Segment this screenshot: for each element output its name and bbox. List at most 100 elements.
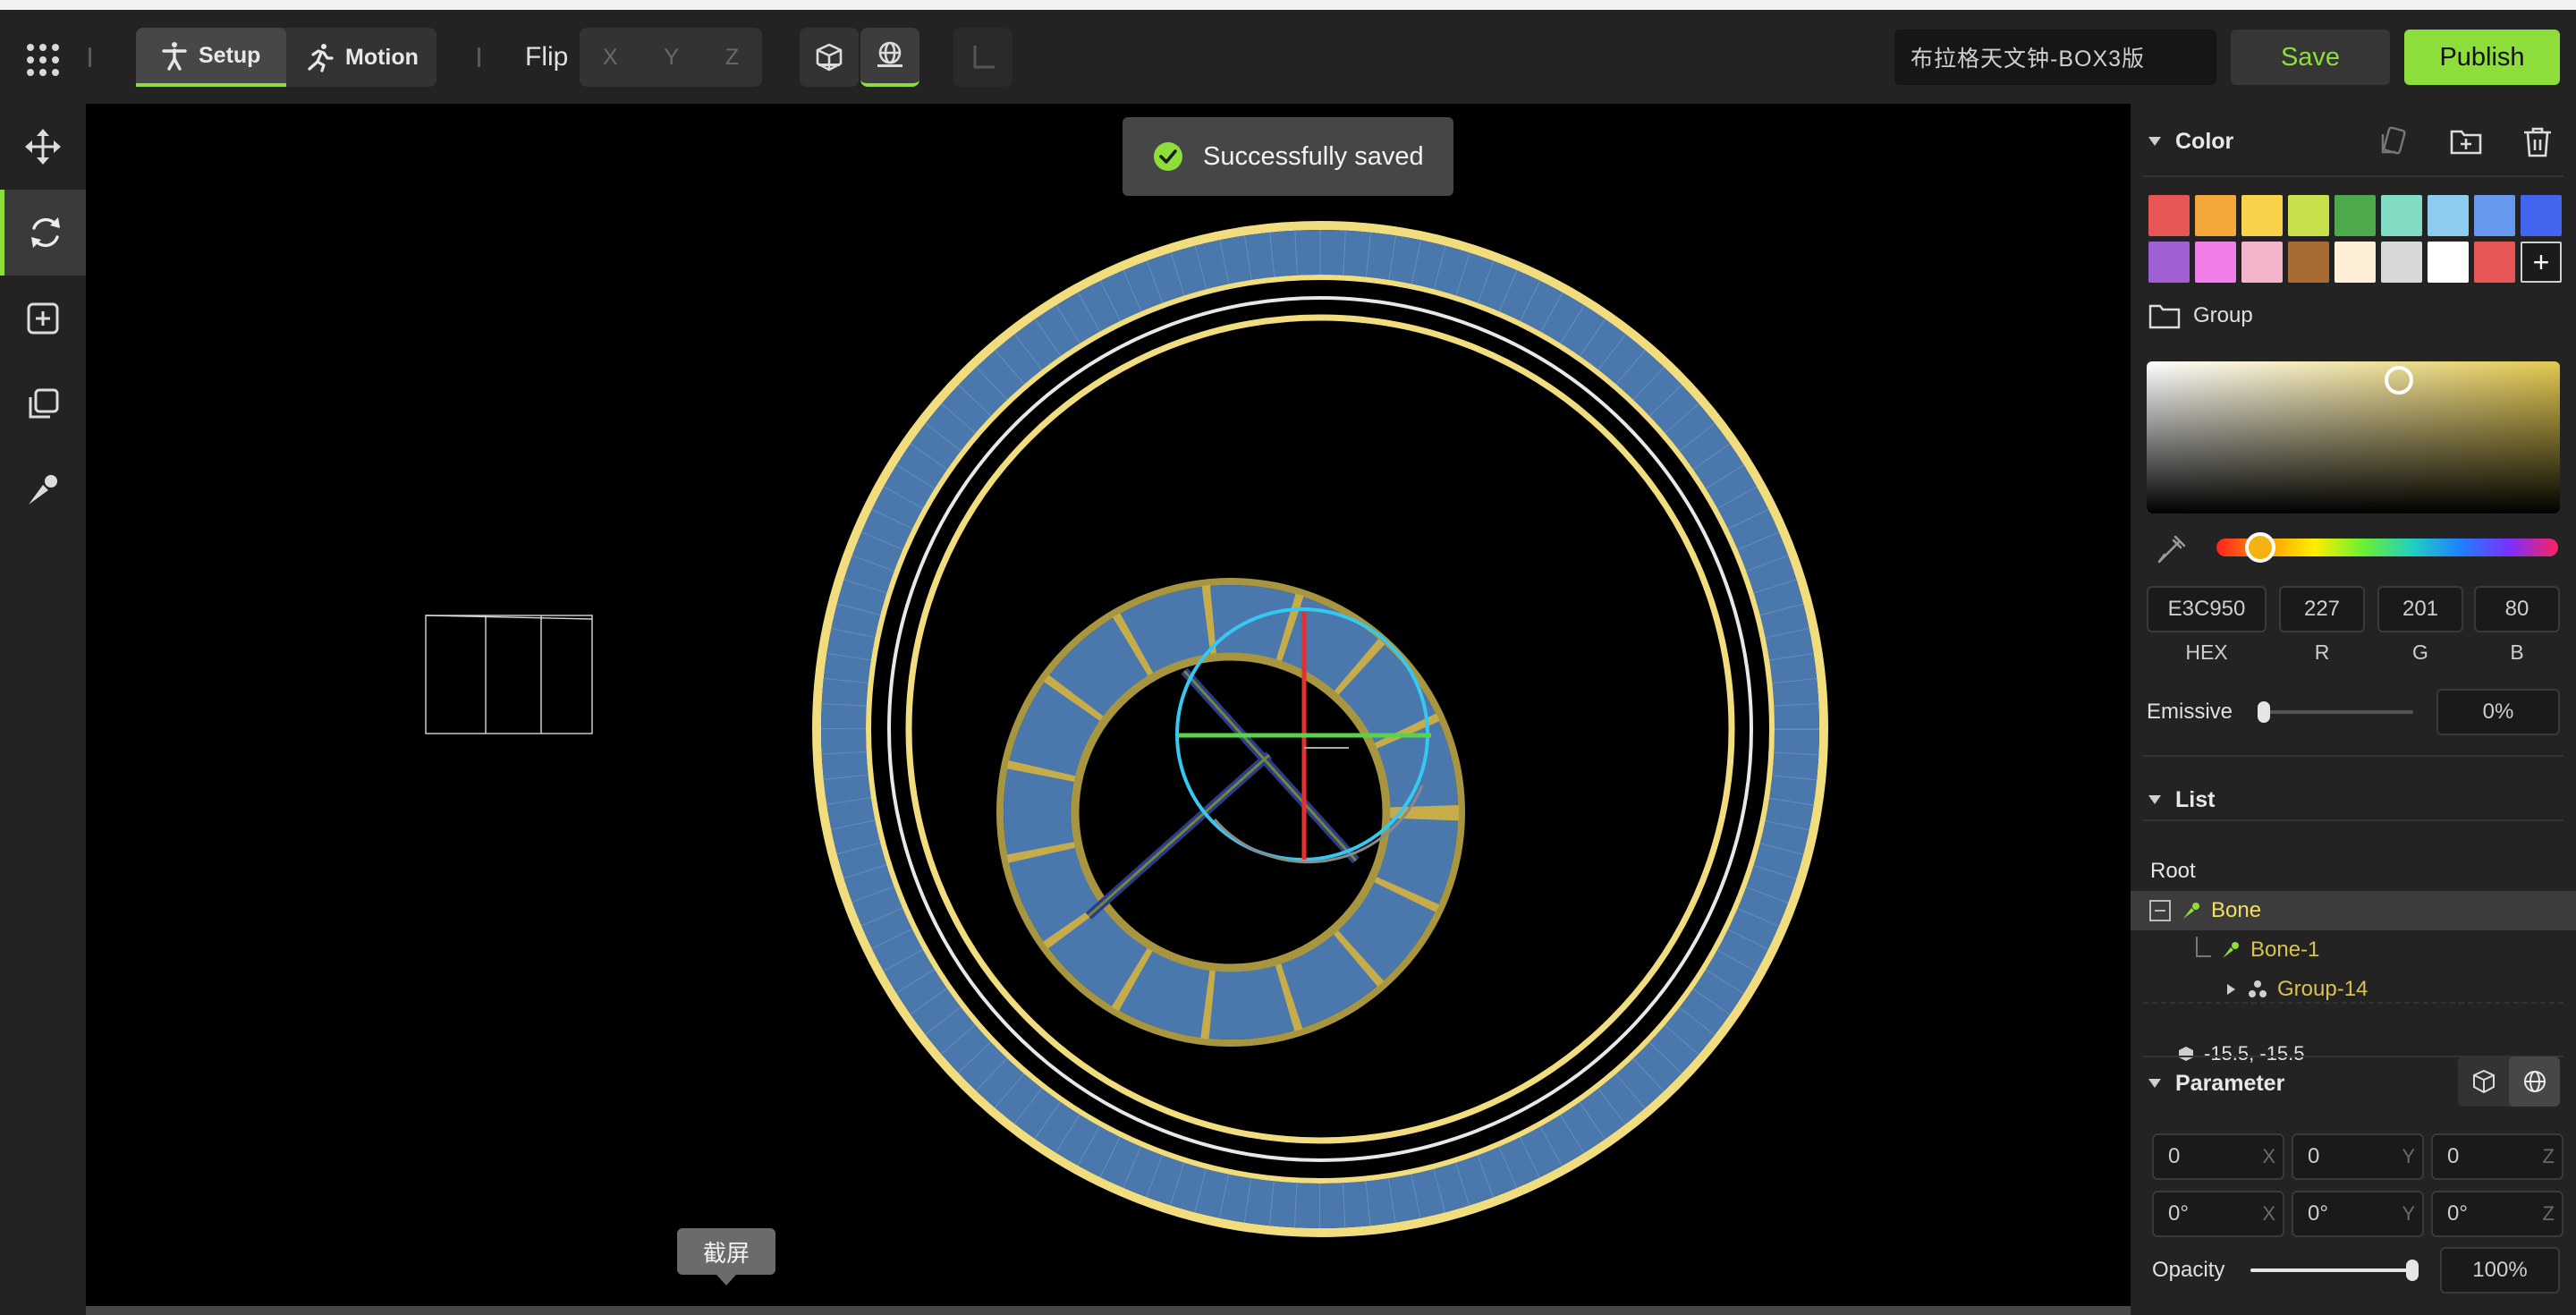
- top-toolbar: Setup Motion Flip X Y Z 布拉格天文钟-BOX3版 Sav…: [0, 10, 2576, 104]
- local-view-button[interactable]: [800, 28, 859, 87]
- tree-item-bone-1[interactable]: Bone-1: [2131, 930, 2576, 970]
- group-label: Group: [2193, 303, 2253, 327]
- emissive-track[interactable]: [2259, 710, 2413, 714]
- expand-triangle-icon[interactable]: [2224, 982, 2238, 997]
- b-input[interactable]: 80: [2474, 586, 2560, 632]
- flip-y-button[interactable]: Y: [664, 45, 679, 71]
- color-swatch[interactable]: [2195, 195, 2236, 236]
- collapse-triangle-icon: [2148, 1079, 2161, 1088]
- flip-x-button[interactable]: X: [603, 45, 618, 71]
- world-view-button[interactable]: [860, 28, 919, 87]
- axis-label: X: [2262, 1202, 2275, 1225]
- position-x-field[interactable]: 0 X: [2152, 1133, 2284, 1180]
- g-input[interactable]: 201: [2377, 586, 2463, 632]
- axis-view-button[interactable]: [953, 28, 1013, 87]
- group-nodes-icon: [2249, 980, 2267, 997]
- color-swatch[interactable]: [2288, 195, 2329, 236]
- rotation-x-field[interactable]: 0° X: [2152, 1191, 2284, 1237]
- 3d-viewport[interactable]: Successfully saved 截屏: [86, 104, 2131, 1315]
- inner-dial-band: [1004, 585, 1458, 1039]
- clock-hand-highlight: [1182, 669, 1358, 862]
- material-card-icon[interactable]: [2377, 125, 2410, 162]
- hue-handle[interactable]: [2245, 532, 2275, 563]
- check-circle-icon: [1154, 142, 1182, 171]
- color-swatch[interactable]: [2474, 195, 2515, 236]
- toast-message: Successfully saved: [1203, 141, 1424, 171]
- eyedropper-icon[interactable]: [2154, 531, 2190, 572]
- flip-label: Flip: [525, 42, 569, 72]
- position-y-field[interactable]: 0 Y: [2292, 1133, 2424, 1180]
- add-swatch-button[interactable]: +: [2521, 242, 2562, 283]
- color-section-header[interactable]: Color: [2131, 122, 2576, 161]
- color-swatch[interactable]: [2334, 242, 2376, 283]
- rotation-y-field[interactable]: 0° Y: [2292, 1191, 2424, 1237]
- list-section-title: List: [2175, 786, 2216, 812]
- local-space-button[interactable]: [2458, 1056, 2509, 1107]
- save-toast: Successfully saved: [1123, 117, 1453, 196]
- add-object-button[interactable]: [0, 276, 86, 361]
- scene-canvas[interactable]: [86, 104, 2131, 1315]
- copy-icon: [29, 388, 59, 419]
- save-button[interactable]: Save: [2231, 30, 2390, 85]
- apps-grid-icon[interactable]: [20, 37, 66, 83]
- color-swatch[interactable]: [2334, 195, 2376, 236]
- publish-button[interactable]: Publish: [2404, 30, 2560, 85]
- color-swatch[interactable]: [2148, 195, 2190, 236]
- color-swatch[interactable]: [2428, 242, 2469, 283]
- emissive-slider-knob[interactable]: [2258, 701, 2270, 723]
- model-name-field[interactable]: 布拉格天文钟-BOX3版: [1894, 30, 2216, 85]
- color-swatch[interactable]: [2381, 195, 2422, 236]
- world-space-button[interactable]: [2509, 1056, 2560, 1107]
- tree-item-label: Group-14: [2277, 977, 2368, 1001]
- wireframe-box[interactable]: [425, 615, 593, 734]
- color-swatch[interactable]: [2381, 242, 2422, 283]
- color-swatch[interactable]: [2241, 242, 2283, 283]
- saturation-value-picker[interactable]: [2147, 361, 2560, 513]
- color-swatch[interactable]: [2195, 242, 2236, 283]
- color-swatch[interactable]: [2428, 195, 2469, 236]
- person-icon: [162, 42, 187, 71]
- hex-input[interactable]: E3C950: [2147, 586, 2267, 632]
- mode-switch: Setup Motion: [136, 28, 436, 87]
- tree-root[interactable]: Root: [2131, 852, 2576, 891]
- flip-z-button[interactable]: Z: [725, 45, 739, 71]
- setup-mode-label: Setup: [199, 42, 261, 68]
- position-z-field[interactable]: 0 Z: [2431, 1133, 2563, 1180]
- timeline-scrollbar[interactable]: [86, 1306, 2131, 1315]
- move-tool-button[interactable]: [0, 104, 86, 190]
- position-z-value: 0: [2447, 1144, 2460, 1168]
- opacity-value[interactable]: 100%: [2440, 1247, 2560, 1294]
- delete-icon[interactable]: [2521, 125, 2555, 164]
- emissive-label: Emissive: [2147, 700, 2233, 724]
- section-divider: [2143, 819, 2563, 821]
- color-swatch[interactable]: [2148, 242, 2190, 283]
- bone-pen-button[interactable]: [0, 447, 86, 533]
- running-person-icon: [308, 44, 334, 72]
- plus-square-icon: [27, 302, 59, 335]
- tree-item-bone[interactable]: Bone: [2131, 891, 2576, 930]
- axis-label: X: [2262, 1145, 2275, 1167]
- window-top-strip: [0, 0, 2576, 10]
- motion-mode-label: Motion: [345, 44, 419, 70]
- picker-handle[interactable]: [2385, 366, 2413, 394]
- group-row[interactable]: Group: [2148, 302, 2253, 329]
- list-dashed-divider: [2143, 1002, 2563, 1004]
- duplicate-button[interactable]: [0, 361, 86, 447]
- r-input[interactable]: 227: [2279, 586, 2365, 632]
- color-swatch[interactable]: [2288, 242, 2329, 283]
- rotation-z-field[interactable]: 0° Z: [2431, 1191, 2563, 1237]
- collapse-minus-icon[interactable]: [2148, 899, 2172, 922]
- emissive-value[interactable]: 0%: [2436, 689, 2560, 735]
- new-folder-icon[interactable]: [2449, 125, 2483, 162]
- setup-mode-button[interactable]: Setup: [136, 28, 286, 87]
- globe-icon: [877, 41, 902, 67]
- color-swatch[interactable]: [2241, 195, 2283, 236]
- list-section-header[interactable]: List: [2131, 780, 2576, 819]
- rotation-z-value: 0°: [2447, 1201, 2468, 1226]
- section-divider: [2143, 175, 2563, 177]
- color-swatch[interactable]: [2474, 242, 2515, 283]
- opacity-slider-knob[interactable]: [2406, 1260, 2419, 1281]
- rotate-tool-button[interactable]: [0, 190, 86, 276]
- motion-mode-button[interactable]: Motion: [288, 28, 436, 87]
- color-swatch[interactable]: [2521, 195, 2562, 236]
